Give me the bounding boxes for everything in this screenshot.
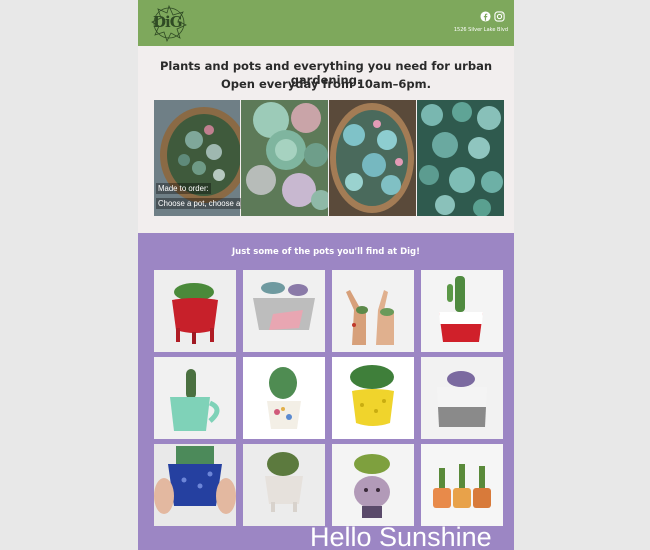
pot-tile-yellow-dotted[interactable] [332, 357, 414, 439]
caption-made-to-order: Made to order: [156, 183, 211, 194]
facebook-icon[interactable] [480, 11, 491, 22]
pot-tile-blue-spiky[interactable] [154, 444, 236, 526]
intro-section: Plants and pots and everything you need … [138, 50, 514, 233]
succulent-pots-photo[interactable] [241, 100, 328, 216]
succulent-gallery: Made to order: Choose a pot, choose a pl… [154, 100, 504, 216]
pots-section-title: Just some of the pots you'll find at Dig… [231, 247, 421, 257]
pot-tile-mint-mug[interactable] [154, 357, 236, 439]
pot-tile-concrete-cup[interactable] [421, 357, 503, 439]
pot-tile-giraffes[interactable] [332, 270, 414, 352]
pot-tile-small-orange[interactable] [421, 444, 503, 526]
succulent-carpet-photo[interactable] [417, 100, 504, 216]
email-page: DiG 1526 Silver Lake Blvd Plants and pot… [138, 0, 514, 550]
logo-text: DiG [153, 13, 183, 31]
header-bar: DiG 1526 Silver Lake Blvd [138, 0, 514, 46]
pot-tile-floral-cup[interactable] [243, 357, 325, 439]
succulent-bowl-photo[interactable] [329, 100, 416, 216]
store-hours: Open everyday from 10am–6pm. [220, 77, 432, 91]
pot-tile-white-footed[interactable] [243, 444, 325, 526]
pot-tile-face[interactable] [332, 444, 414, 526]
hello-sunshine-text: Hello Sunshine [310, 522, 492, 550]
pot-tile-red-footed[interactable] [154, 270, 236, 352]
pots-section: Just some of the pots you'll find at Dig… [138, 233, 514, 550]
instagram-icon[interactable] [494, 11, 505, 22]
social-links [480, 11, 505, 22]
store-address: 1526 Silver Lake Blvd [453, 27, 508, 33]
pot-tile-red-white[interactable] [421, 270, 503, 352]
pot-tile-concrete-pink[interactable] [243, 270, 325, 352]
